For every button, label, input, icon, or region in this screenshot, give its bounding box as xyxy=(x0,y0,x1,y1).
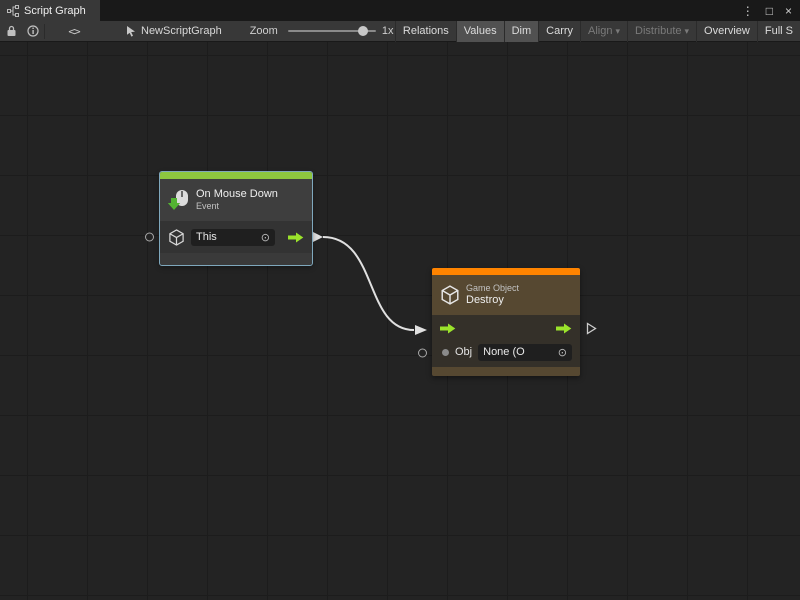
mouse-down-icon xyxy=(168,189,190,211)
node-header: On Mouse Down Event xyxy=(160,179,312,221)
relations-label: Relations xyxy=(403,25,449,37)
graph-asset-icon xyxy=(125,25,137,37)
dim-button[interactable]: Dim xyxy=(504,21,539,42)
node-body: This ⊙ xyxy=(160,221,312,253)
wire-end-arrow-icon xyxy=(415,325,427,335)
trigger-output-port[interactable] xyxy=(288,232,304,243)
align-label: Align xyxy=(588,25,612,37)
obj-input-port[interactable] xyxy=(418,348,427,357)
flow-output-port[interactable] xyxy=(556,323,572,334)
flow-input-port[interactable] xyxy=(440,323,456,334)
graph-icon xyxy=(7,5,19,17)
node-header: Game Object Destroy xyxy=(432,275,580,315)
values-button[interactable]: Values xyxy=(456,21,504,42)
fullscreen-label: Full S xyxy=(765,25,793,37)
node-body: Obj None (O ⊙ xyxy=(432,315,580,367)
node-on-mouse-down[interactable]: On Mouse Down Event This ⊙ xyxy=(160,172,312,265)
node-subtitle: Event xyxy=(196,201,278,212)
flow-continuation-icon[interactable] xyxy=(586,322,597,335)
zoom-slider-knob[interactable] xyxy=(358,26,368,36)
node-footer xyxy=(160,253,312,265)
node-category: Game Object xyxy=(466,283,519,294)
menu-icon[interactable]: ⋮ xyxy=(738,4,758,18)
graph-canvas[interactable]: On Mouse Down Event This ⊙ xyxy=(0,42,800,600)
destroy-accent-bar xyxy=(432,268,580,275)
toolbar-separator xyxy=(44,24,45,39)
zoom-value: 1x xyxy=(382,25,394,37)
chevron-down-icon: ▾ xyxy=(685,26,690,37)
info-icon[interactable] xyxy=(22,21,44,42)
tab-title: Script Graph xyxy=(24,5,86,17)
zoom-label: Zoom xyxy=(250,25,278,37)
code-glyph: <> xyxy=(68,25,79,38)
connections-layer xyxy=(0,42,800,600)
dim-label: Dim xyxy=(512,25,532,37)
tab-script-graph[interactable]: Script Graph xyxy=(0,0,100,21)
obj-label: Obj xyxy=(455,346,472,358)
cube-icon xyxy=(440,285,460,305)
toolbar-button-group: Relations Values Dim Carry Align ▾ Distr… xyxy=(395,21,800,42)
flow-row xyxy=(432,315,580,341)
wire-start-arrow-icon xyxy=(313,232,323,242)
lock-icon[interactable] xyxy=(0,21,22,42)
graph-name-label: NewScriptGraph xyxy=(141,25,222,37)
overview-button[interactable]: Overview xyxy=(696,21,757,42)
connection-wire[interactable] xyxy=(323,237,414,330)
chevron-down-icon: ▾ xyxy=(616,26,621,37)
target-picker-icon: ⊙ xyxy=(261,231,270,244)
distribute-label: Distribute xyxy=(635,25,681,37)
target-value-label: This xyxy=(196,231,217,243)
obj-value-dot xyxy=(442,349,449,356)
obj-picker-icon: ⊙ xyxy=(558,346,567,359)
target-input-port[interactable] xyxy=(145,233,154,242)
overview-label: Overview xyxy=(704,25,750,37)
target-value-dropdown[interactable]: This ⊙ xyxy=(191,229,275,246)
cube-icon xyxy=(168,229,185,246)
node-destroy[interactable]: Game Object Destroy xyxy=(432,268,580,376)
graph-toolbar: <> NewScriptGraph Zoom 1x Relations Valu… xyxy=(0,21,800,42)
obj-value-label: None (O xyxy=(483,346,525,358)
event-accent-bar xyxy=(160,172,312,179)
maximize-icon[interactable]: □ xyxy=(762,4,777,18)
fullscreen-button[interactable]: Full S xyxy=(757,21,800,42)
obj-row: Obj None (O ⊙ xyxy=(432,341,580,367)
node-title: On Mouse Down xyxy=(196,188,278,202)
obj-value-field[interactable]: None (O ⊙ xyxy=(478,344,572,361)
node-title: Destroy xyxy=(466,294,519,308)
distribute-button: Distribute ▾ xyxy=(627,21,696,42)
zoom-slider[interactable] xyxy=(288,30,376,32)
window-controls: ⋮ □ × xyxy=(738,0,800,21)
graph-breadcrumb[interactable]: NewScriptGraph xyxy=(125,25,222,37)
code-view-icon[interactable]: <> xyxy=(63,21,85,42)
values-label: Values xyxy=(464,25,497,37)
align-button: Align ▾ xyxy=(580,21,627,42)
close-icon[interactable]: × xyxy=(781,4,796,18)
carry-button[interactable]: Carry xyxy=(538,21,580,42)
node-footer xyxy=(432,367,580,376)
tab-bar: Script Graph ⋮ □ × xyxy=(0,0,800,21)
carry-label: Carry xyxy=(546,25,573,37)
relations-button[interactable]: Relations xyxy=(395,21,456,42)
